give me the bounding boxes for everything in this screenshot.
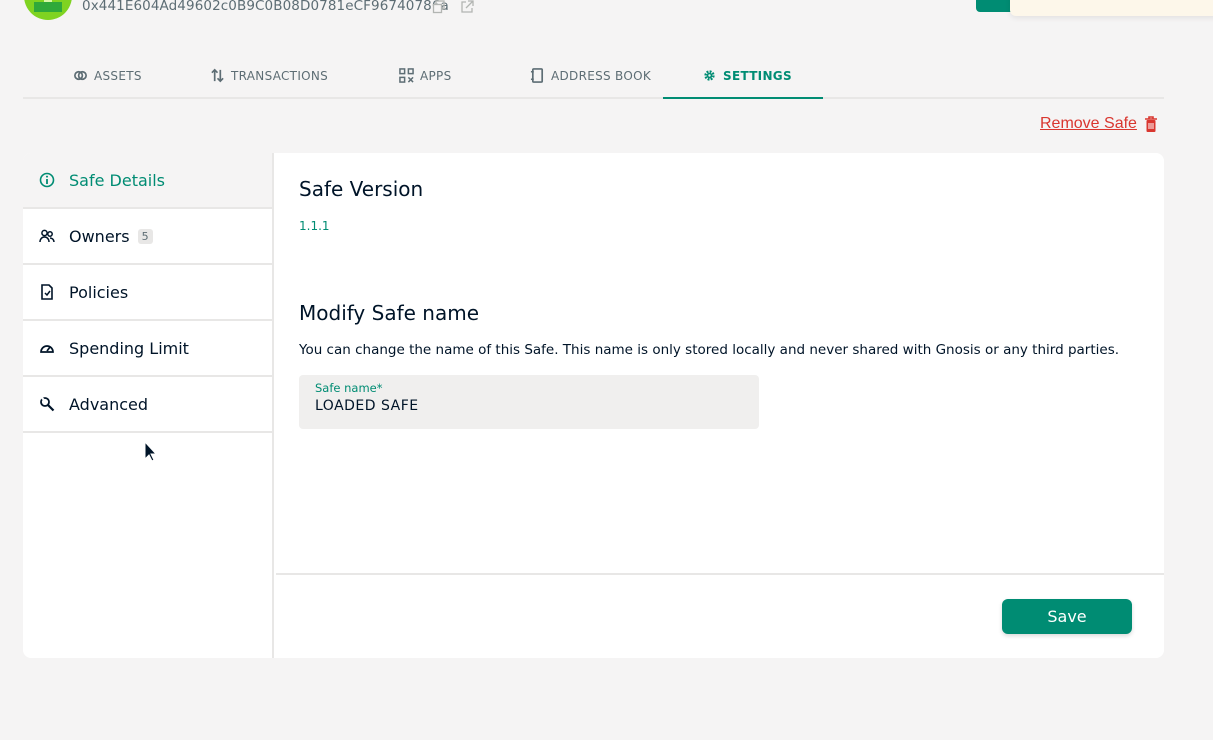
sidebar-item-label: Owners bbox=[69, 226, 130, 246]
copy-icon[interactable] bbox=[432, 0, 446, 14]
safe-version-heading: Safe Version bbox=[299, 177, 424, 201]
tab-label: ASSETS bbox=[94, 68, 142, 83]
active-tab-indicator bbox=[663, 97, 823, 99]
policies-icon bbox=[41, 284, 53, 300]
owners-count-badge: 5 bbox=[137, 228, 153, 244]
tab-label: SETTINGS bbox=[723, 68, 792, 83]
tab-label: APPS bbox=[420, 68, 452, 83]
notification-toast bbox=[1010, 0, 1213, 16]
external-link-icon[interactable] bbox=[460, 0, 474, 13]
gauge-icon bbox=[40, 345, 54, 353]
sidebar-item-label: Policies bbox=[69, 282, 129, 302]
main-tabs: ASSETS TRANSACTIONS APPS ADDRESS BOOK SE… bbox=[23, 52, 1164, 99]
safe-name-label: Safe name* bbox=[315, 381, 383, 395]
tab-address-book[interactable]: ADDRESS BOOK bbox=[530, 52, 651, 99]
safe-details-panel: Safe Version 1.1.1 Modify Safe name You … bbox=[276, 153, 1164, 658]
remove-safe-label: Remove Safe bbox=[1040, 115, 1137, 132]
modify-safe-name-heading: Modify Safe name bbox=[299, 301, 479, 325]
settings-sidebar: Safe Details Owners 5 Policies Spending … bbox=[23, 153, 274, 658]
tab-transactions[interactable]: TRANSACTIONS bbox=[210, 52, 328, 99]
safe-address: 0x441E604Ad49602c0B9C0B08D0781eCF9674078… bbox=[82, 0, 449, 14]
tab-apps[interactable]: APPS bbox=[399, 52, 452, 99]
settings-footer: Save bbox=[276, 573, 1164, 658]
transactions-icon bbox=[211, 68, 224, 83]
remove-safe-link[interactable]: Remove Safe bbox=[1040, 115, 1159, 133]
assets-icon bbox=[74, 70, 87, 81]
sidebar-item-spending-limit[interactable]: Spending Limit bbox=[23, 321, 272, 377]
sidebar-item-label: Safe Details bbox=[69, 170, 165, 190]
tab-assets[interactable]: ASSETS bbox=[73, 52, 142, 99]
trash-icon bbox=[1144, 116, 1157, 132]
sidebar-item-label: Spending Limit bbox=[69, 338, 189, 358]
safe-name-field[interactable]: Safe name* bbox=[299, 375, 759, 429]
sidebar-item-advanced[interactable]: Advanced bbox=[23, 377, 272, 433]
wrench-icon bbox=[40, 397, 55, 412]
tab-label: ADDRESS BOOK bbox=[551, 68, 652, 83]
mouse-cursor-icon bbox=[144, 441, 158, 462]
sidebar-item-owners[interactable]: Owners 5 bbox=[23, 209, 272, 265]
tab-label: TRANSACTIONS bbox=[231, 68, 329, 83]
owners-icon bbox=[39, 229, 55, 243]
apps-icon bbox=[399, 68, 414, 83]
info-icon bbox=[39, 172, 55, 188]
save-button[interactable]: Save bbox=[1002, 599, 1132, 634]
address-book-icon bbox=[530, 68, 544, 83]
safe-name-input[interactable] bbox=[315, 398, 743, 414]
tab-settings[interactable]: SETTINGS bbox=[702, 52, 792, 99]
gear-icon bbox=[704, 70, 715, 81]
sidebar-item-label: Advanced bbox=[69, 394, 149, 414]
safe-header: 0x441E604Ad49602c0B9C0B08D0781eCF9674078… bbox=[0, 0, 1213, 30]
modify-safe-name-description: You can change the name of this Safe. Th… bbox=[299, 342, 1120, 358]
safe-avatar bbox=[24, 0, 72, 20]
sidebar-item-policies[interactable]: Policies bbox=[23, 265, 272, 321]
sidebar-item-safe-details[interactable]: Safe Details bbox=[23, 153, 272, 209]
safe-version-value: 1.1.1 bbox=[299, 219, 330, 233]
settings-card: Safe Details Owners 5 Policies Spending … bbox=[23, 153, 1164, 658]
